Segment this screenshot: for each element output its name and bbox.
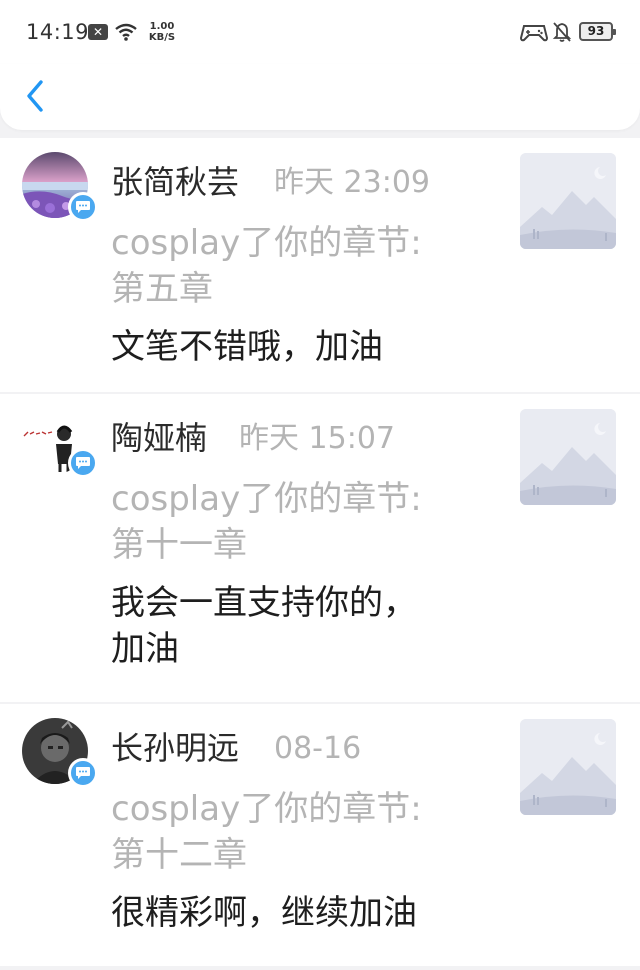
comment-line: 加油 xyxy=(111,629,179,669)
chapter-name[interactable]: 第五章 xyxy=(111,266,491,312)
gamepad-icon xyxy=(520,25,548,42)
list-item[interactable]: 陶娅楠 昨天 15:07 cosplay了你的章节: 第十一章 我会一直支持你的… xyxy=(0,394,640,702)
user-name[interactable]: 陶娅楠 xyxy=(111,418,207,458)
chapter-thumbnail[interactable] xyxy=(520,153,616,249)
back-arrow-icon[interactable] xyxy=(20,76,50,116)
comment-line: 文笔不错哦，加油 xyxy=(111,327,383,367)
list-item[interactable]: 张简秋芸 昨天 23:09 cosplay了你的章节: 第五章 文笔不错哦，加油 xyxy=(0,138,640,392)
speed-unit: KB/S xyxy=(148,32,176,43)
status-bar: 14:19 ✕ 1.00 KB/S 93 xyxy=(0,0,640,64)
action-text: cosplay了你的章节: 第十一章 xyxy=(111,476,491,568)
comment-text: 很精彩啊，继续加油 xyxy=(111,890,491,936)
chapter-thumbnail[interactable] xyxy=(520,409,616,505)
chapter-name[interactable]: 第十二章 xyxy=(111,832,491,878)
top-bar xyxy=(0,64,640,130)
timestamp: 昨天 23:09 xyxy=(274,165,430,200)
list-item[interactable]: 长孙明远 08-16 cosplay了你的章节: 第十二章 很精彩啊，继续加油 xyxy=(0,704,640,966)
notification-list: 张简秋芸 昨天 23:09 cosplay了你的章节: 第五章 文笔不错哦，加油 xyxy=(0,138,640,966)
chapter-name[interactable]: 第十一章 xyxy=(111,522,491,568)
battery-indicator: 93 xyxy=(579,22,616,41)
comment-text: 文笔不错哦，加油 xyxy=(111,324,491,370)
network-speed: 1.00 KB/S xyxy=(144,21,180,43)
timestamp: 昨天 15:07 xyxy=(239,421,395,456)
action-line: cosplay了你的章节: xyxy=(111,789,422,829)
speed-value: 1.00 xyxy=(149,21,175,32)
action-text: cosplay了你的章节: 第十二章 xyxy=(111,786,491,878)
action-text: cosplay了你的章节: 第五章 xyxy=(111,220,491,312)
comment-line: 我会一直支持你的， xyxy=(111,583,417,623)
comment-badge-icon xyxy=(68,192,98,222)
notification-x-icon: ✕ xyxy=(88,24,108,40)
wifi-icon xyxy=(115,23,137,41)
action-line: cosplay了你的章节: xyxy=(111,479,422,519)
timestamp: 08-16 xyxy=(274,731,362,766)
comment-badge-icon xyxy=(68,758,98,788)
user-name[interactable]: 张简秋芸 xyxy=(111,162,239,202)
chapter-thumbnail[interactable] xyxy=(520,719,616,815)
status-time: 14:19 xyxy=(26,20,90,44)
comment-text: 我会一直支持你的， 加油 xyxy=(111,580,491,672)
comment-line: 很精彩啊，继续加油 xyxy=(111,893,417,933)
comment-badge-icon xyxy=(68,448,98,478)
action-line: cosplay了你的章节: xyxy=(111,223,422,263)
user-name[interactable]: 长孙明远 xyxy=(111,728,239,768)
bell-off-icon xyxy=(552,22,572,42)
